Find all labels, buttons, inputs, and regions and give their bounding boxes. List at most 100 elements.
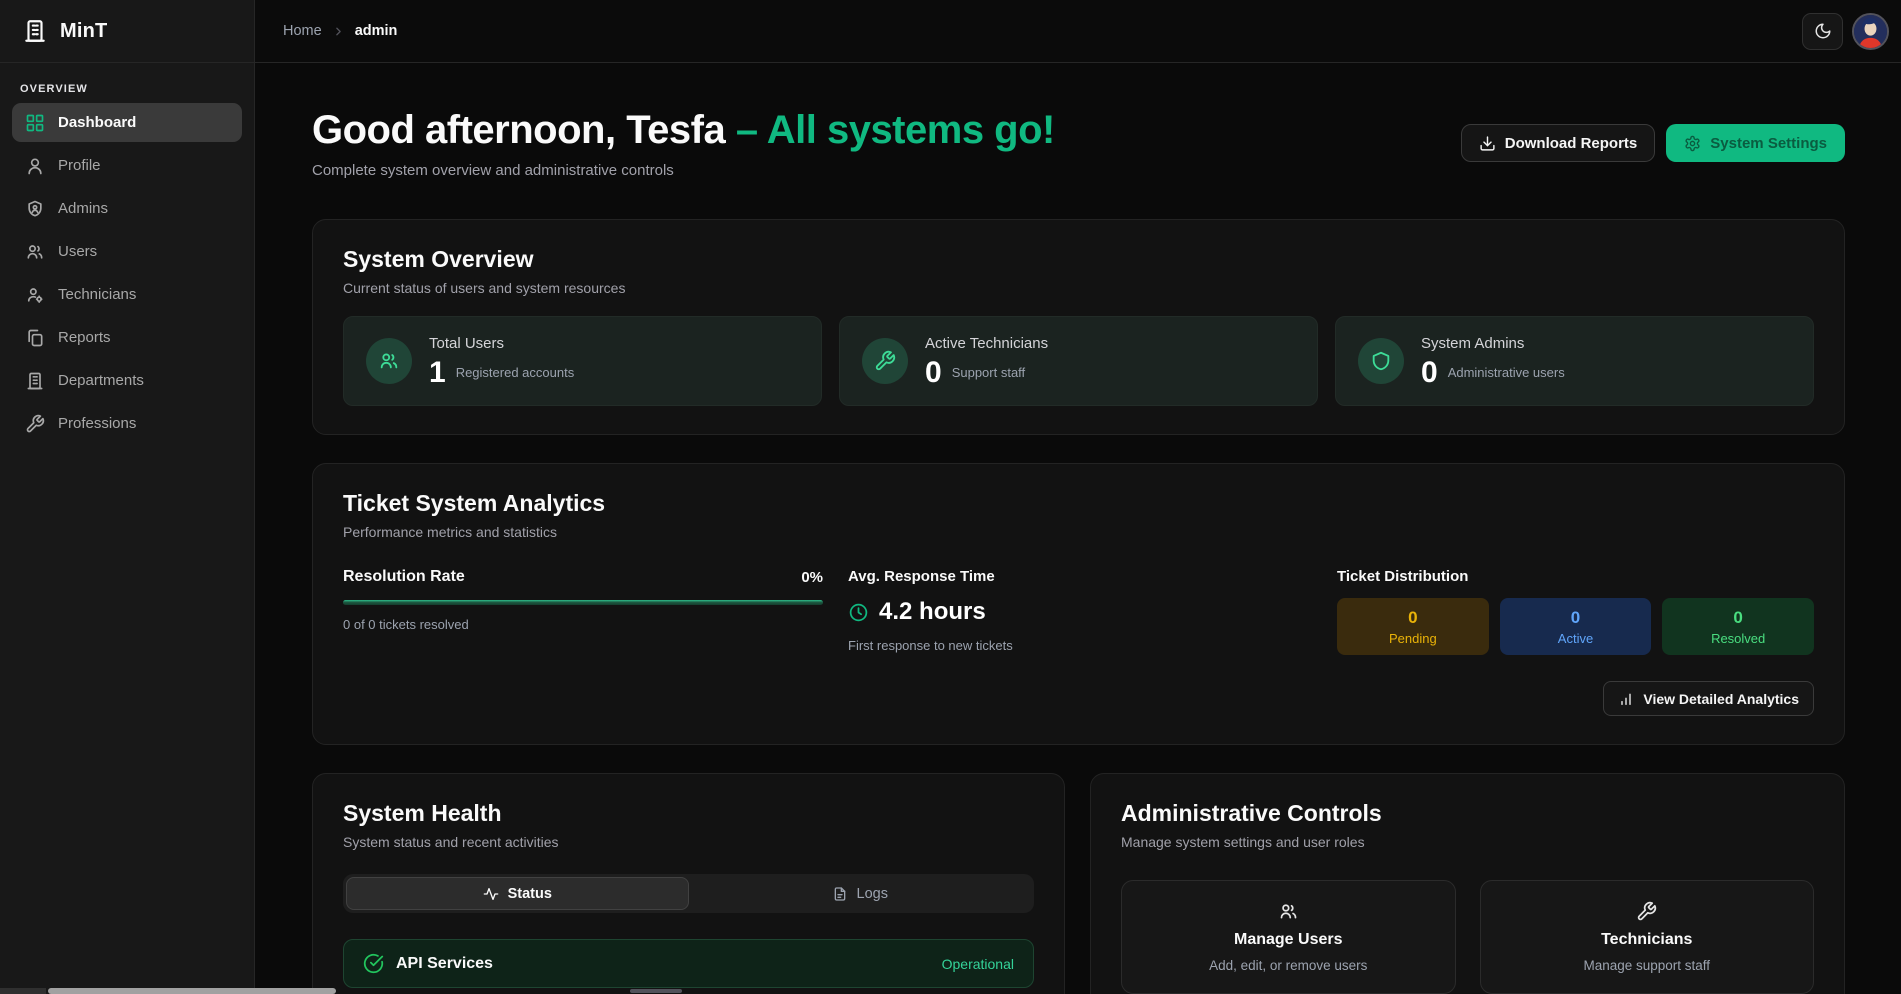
card-title: System Overview [343, 246, 1814, 273]
stat-body: System Admins 0 Administrative users [1421, 335, 1565, 388]
sidebar-nav: Dashboard Profile Admins Users [0, 103, 254, 443]
card-subtitle: Current status of users and system resou… [343, 280, 1814, 296]
shield-icon [1358, 338, 1404, 384]
user-avatar[interactable] [1852, 13, 1889, 50]
ticket-analytics-card: Ticket System Analytics Performance metr… [312, 463, 1845, 745]
horizontal-scrollbar-thumb[interactable] [48, 988, 336, 994]
admin-actions: Manage Users Add, edit, or remove users … [1121, 880, 1814, 994]
resolved-count: 0 [1733, 608, 1742, 628]
system-settings-button[interactable]: System Settings [1666, 124, 1845, 162]
sidebar-item-technicians[interactable]: Technicians [12, 275, 242, 314]
breadcrumb-current: admin [355, 23, 398, 39]
stat-value: 0 [1421, 358, 1438, 388]
system-settings-label: System Settings [1710, 135, 1827, 152]
manage-users-card[interactable]: Manage Users Add, edit, or remove users [1121, 880, 1456, 994]
stat-active-technicians: Active Technicians 0 Support staff [839, 316, 1318, 406]
scrollbar-corner [0, 988, 46, 994]
sidebar-item-admins[interactable]: Admins [12, 189, 242, 228]
card-title: System Health [343, 800, 1034, 827]
resolution-rate-label: Resolution Rate [343, 568, 465, 586]
download-icon [1479, 135, 1496, 152]
sidebar-item-label: Users [58, 243, 97, 260]
stats-grid: Total Users 1 Registered accounts A [343, 316, 1814, 406]
system-health-card: System Health System status and recent a… [312, 773, 1065, 994]
page-content: Good afternoon, Tesfa – All systems go! … [255, 63, 1901, 994]
card-subtitle: Performance metrics and statistics [343, 524, 1814, 540]
card-subtitle: System status and recent activities [343, 834, 1034, 850]
distribution-pending: 0 Pending [1337, 598, 1489, 655]
stat-body: Total Users 1 Registered accounts [429, 335, 574, 388]
app-root: MinT OVERVIEW Dashboard Profile Admins [0, 0, 1901, 994]
app-logo[interactable]: MinT [0, 0, 254, 63]
analytics-grid: Resolution Rate 0% 0 of 0 tickets resolv… [343, 568, 1814, 655]
technicians-label: Technicians [1601, 931, 1692, 949]
wrench-icon [862, 338, 908, 384]
main-area: Home admin [255, 0, 1901, 994]
view-detailed-analytics-label: View Detailed Analytics [1643, 691, 1799, 707]
sidebar-item-professions[interactable]: Professions [12, 404, 242, 443]
status-badge: Operational [942, 956, 1014, 972]
file-text-icon [832, 886, 848, 902]
greeting-text: Good afternoon, Tesfa [312, 108, 725, 152]
sidebar-item-users[interactable]: Users [12, 232, 242, 271]
chevron-right-icon [332, 25, 345, 38]
stat-caption: Registered accounts [456, 365, 575, 380]
building-logo-icon [22, 18, 48, 44]
header-actions: Download Reports System Settings [1461, 124, 1845, 162]
grid-icon [25, 113, 45, 133]
tab-status[interactable]: Status [346, 877, 689, 910]
shield-user-icon [25, 199, 45, 219]
theme-toggle-button[interactable] [1802, 13, 1843, 50]
stat-label: System Admins [1421, 335, 1565, 352]
stat-caption: Administrative users [1448, 365, 1565, 380]
horizontal-scrollbar-thumb-secondary[interactable] [630, 989, 682, 993]
breadcrumb-home[interactable]: Home [283, 23, 322, 39]
users-icon [366, 338, 412, 384]
building-icon [25, 371, 45, 391]
tab-logs-label: Logs [857, 886, 888, 902]
pending-count: 0 [1408, 608, 1417, 628]
resolution-progress-bar [343, 600, 823, 605]
stat-total-users: Total Users 1 Registered accounts [343, 316, 822, 406]
topbar: Home admin [255, 0, 1901, 63]
resolution-rate-block: Resolution Rate 0% 0 of 0 tickets resolv… [343, 568, 823, 655]
view-detailed-analytics-button[interactable]: View Detailed Analytics [1603, 681, 1814, 716]
page-header: Good afternoon, Tesfa – All systems go! … [312, 107, 1845, 179]
bottom-grid: System Health System status and recent a… [312, 773, 1845, 994]
card-subtitle: Manage system settings and user roles [1121, 834, 1814, 850]
page-subtitle: Complete system overview and administrat… [312, 162, 1055, 179]
sidebar-item-dashboard[interactable]: Dashboard [12, 103, 242, 142]
sidebar: MinT OVERVIEW Dashboard Profile Admins [0, 0, 255, 994]
download-reports-label: Download Reports [1505, 135, 1638, 152]
sidebar-item-label: Dashboard [58, 114, 136, 131]
activity-icon [483, 886, 499, 902]
page-title: Good afternoon, Tesfa – All systems go! [312, 107, 1055, 153]
pending-label: Pending [1389, 631, 1437, 646]
moon-icon [1814, 22, 1832, 40]
sidebar-item-label: Technicians [58, 286, 136, 303]
gear-icon [1684, 135, 1701, 152]
sidebar-section-label: OVERVIEW [0, 63, 254, 103]
sidebar-item-label: Departments [58, 372, 144, 389]
card-title: Administrative Controls [1121, 800, 1814, 827]
stat-label: Active Technicians [925, 335, 1048, 352]
stat-system-admins: System Admins 0 Administrative users [1335, 316, 1814, 406]
wrench-icon [1636, 901, 1657, 922]
user-gear-icon [25, 285, 45, 305]
response-time-caption: First response to new tickets [848, 638, 1312, 653]
sidebar-item-departments[interactable]: Departments [12, 361, 242, 400]
sidebar-item-label: Admins [58, 200, 108, 217]
tab-logs[interactable]: Logs [689, 877, 1032, 910]
sidebar-item-reports[interactable]: Reports [12, 318, 242, 357]
card-title: Ticket System Analytics [343, 490, 1814, 517]
ticket-distribution-block: Ticket Distribution 0 Pending 0 Active [1337, 568, 1814, 655]
sidebar-item-profile[interactable]: Profile [12, 146, 242, 185]
response-time-value: 4.2 hours [879, 598, 986, 626]
download-reports-button[interactable]: Download Reports [1461, 124, 1656, 162]
stat-label: Total Users [429, 335, 574, 352]
ticket-distribution-label: Ticket Distribution [1337, 568, 1814, 585]
files-icon [25, 328, 45, 348]
clock-icon [848, 602, 869, 623]
technicians-card[interactable]: Technicians Manage support staff [1480, 880, 1815, 994]
response-time-label: Avg. Response Time [848, 568, 1312, 585]
